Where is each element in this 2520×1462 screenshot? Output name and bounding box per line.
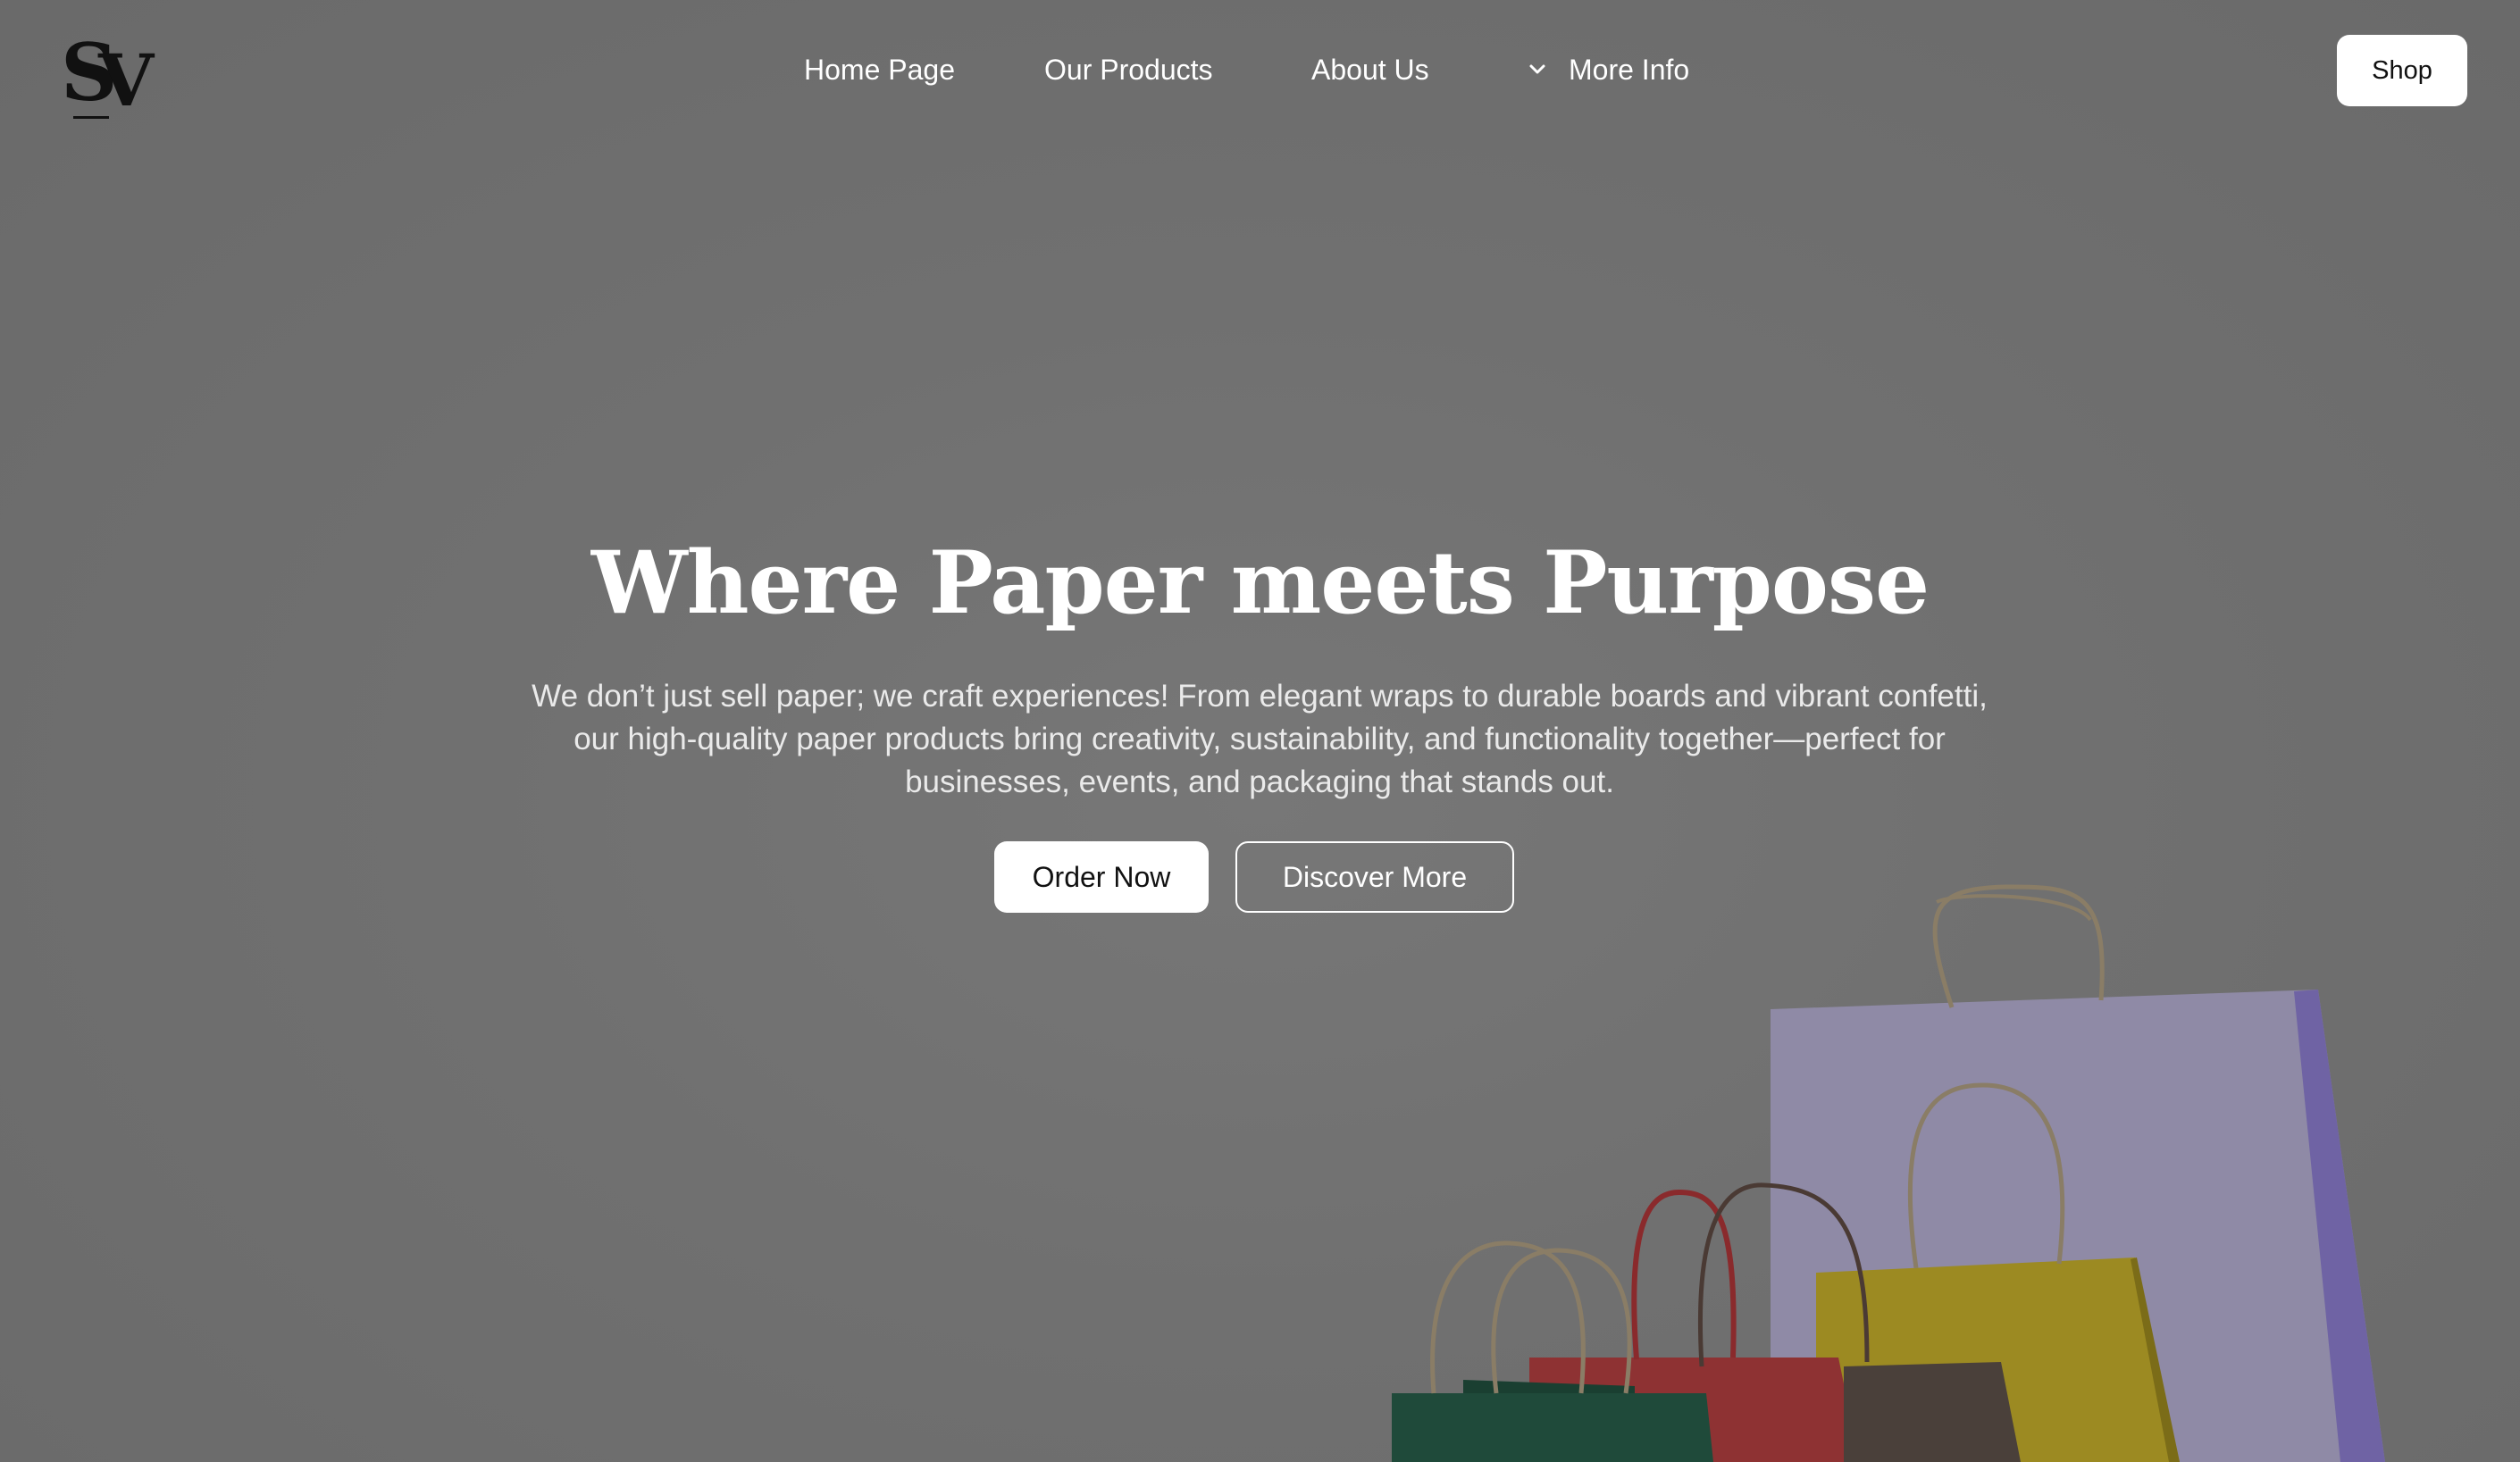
sv-logo-icon[interactable]: S V (59, 27, 166, 121)
order-now-button[interactable]: Order Now (994, 841, 1209, 913)
hero-actions: Order Now Discover More (0, 841, 2520, 913)
svg-text:V: V (97, 38, 155, 121)
shop-button[interactable]: Shop (2337, 35, 2467, 106)
nav-home-label: Home Page (804, 54, 955, 86)
hero-title: Where Paper meets Purpose (590, 532, 1930, 633)
nav-more-info-dropdown[interactable]: More Info (1528, 50, 1689, 89)
nav-products-label: Our Products (1044, 54, 1213, 86)
nav-our-products[interactable]: Our Products (1044, 50, 1213, 89)
hero-description: We don’t just sell paper; we craft exper… (532, 679, 1988, 799)
nav-home-page[interactable]: Home Page (804, 50, 955, 89)
nav-more-label: More Info (1569, 54, 1690, 86)
nav-about-us[interactable]: About Us (1311, 50, 1429, 89)
top-navigation: S V Home Page Our Products About Us More… (0, 0, 2520, 143)
discover-more-button[interactable]: Discover More (1235, 841, 1514, 913)
nav-about-label: About Us (1311, 54, 1429, 86)
chevron-down-icon (1529, 64, 1545, 74)
